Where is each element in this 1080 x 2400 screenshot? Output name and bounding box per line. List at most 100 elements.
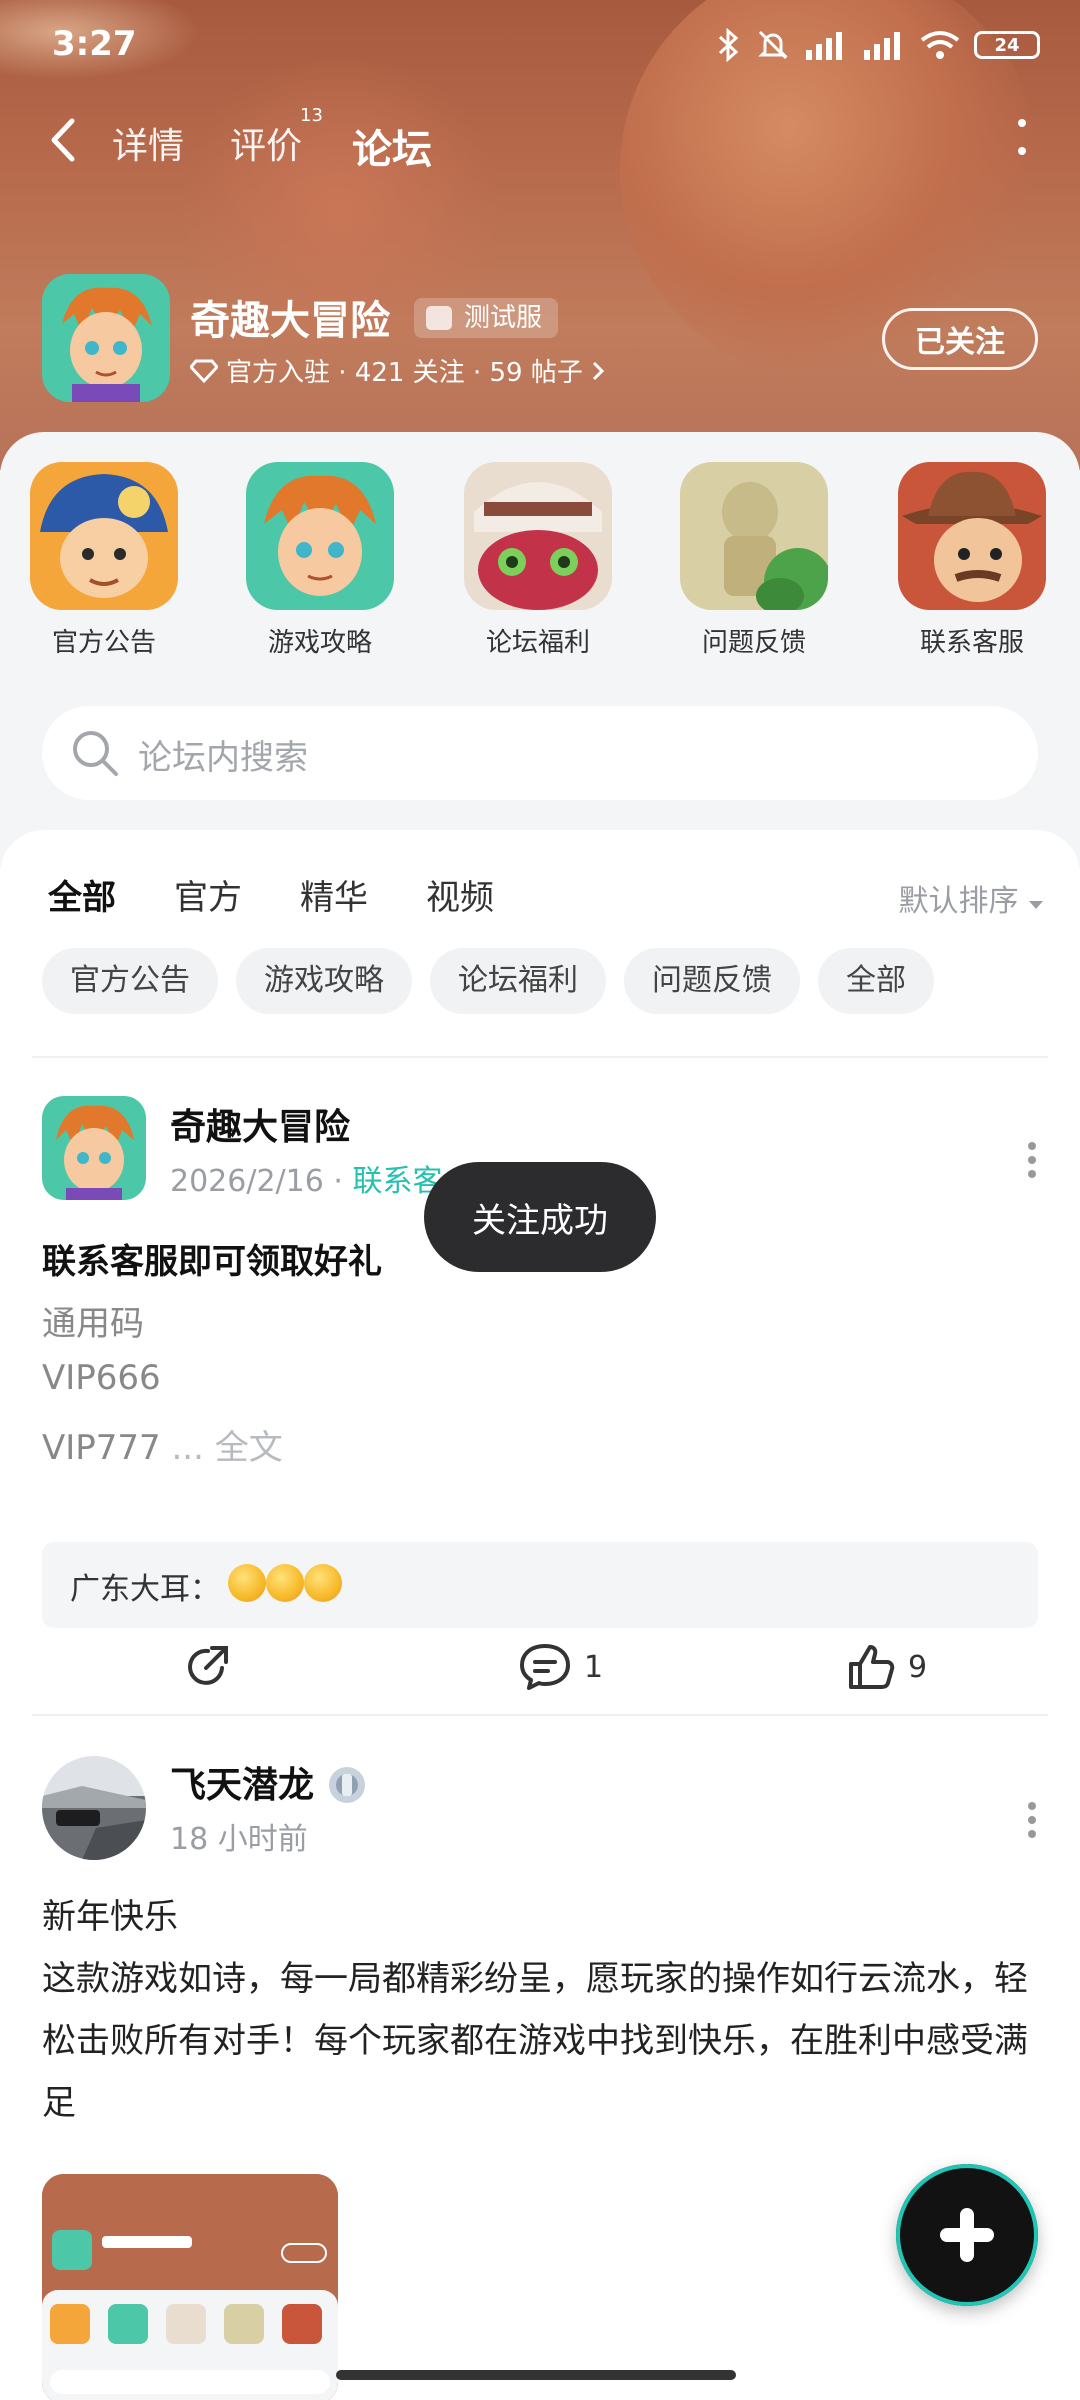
user-level-badge-icon <box>329 1767 365 1803</box>
status-time: 3:27 <box>52 24 137 64</box>
comment-button[interactable]: 1 <box>518 1642 603 1692</box>
cowboy-avatar-icon <box>898 462 1046 610</box>
emoji-icon <box>228 1564 266 1602</box>
like-count: 9 <box>908 1649 928 1685</box>
sort-dropdown[interactable]: 默认排序 <box>898 876 1044 920</box>
post-meta: 2026/2/16 · 联系客 <box>170 1156 442 1200</box>
post-title[interactable]: 联系客服即可领取好礼 <box>42 1234 382 1283</box>
post-body-text: VIP777 <box>42 1428 161 1468</box>
battery-icon: 24 <box>974 31 1040 59</box>
post-feed: 全部 官方 精华 视频 默认排序 官方公告 游戏攻略 论坛福利 问题反馈 全部 … <box>0 830 1080 2400</box>
meta-separator: · <box>333 1164 353 1199</box>
chip-benefits[interactable]: 论坛福利 <box>430 948 606 1014</box>
emoji-icon <box>304 1564 342 1602</box>
quick-entry-label: 官方公告 <box>51 628 156 658</box>
signal-icon <box>806 32 842 60</box>
share-icon <box>188 1646 228 1685</box>
create-post-button[interactable] <box>896 2164 1038 2306</box>
home-indicator[interactable] <box>336 2370 736 2380</box>
statue-avatar-icon <box>680 462 828 610</box>
tab-video[interactable]: 视频 <box>426 870 494 919</box>
test-server-badge: 测试服 <box>414 298 559 338</box>
diamond-icon <box>190 359 218 383</box>
chevron-right-icon <box>592 361 604 380</box>
toast-message: 关注成功 <box>424 1162 656 1272</box>
post-body[interactable]: 新年快乐 这款游戏如诗，每一局都精彩纷呈，愿玩家的操作如行云流水，轻松击败所有对… <box>42 1886 1042 2134</box>
hero-avatar-icon <box>246 462 394 610</box>
thumbs-up-icon <box>849 1645 895 1689</box>
plus-icon <box>960 2208 974 2262</box>
search-icon <box>73 731 118 776</box>
quick-entry-support[interactable]: 联系客服 <box>892 462 1052 659</box>
author-name[interactable]: 飞天潜龙 <box>170 1756 314 1808</box>
tab-featured[interactable]: 精华 <box>300 870 368 919</box>
follow-button[interactable]: 已关注 <box>882 308 1038 370</box>
caret-down-icon <box>1029 901 1043 909</box>
post-time: 18 小时前 <box>170 1822 308 1857</box>
skull-avatar-icon <box>464 462 612 610</box>
emoji-icon <box>266 1564 304 1602</box>
read-more-link[interactable]: ... 全文 <box>172 1428 283 1468</box>
share-button[interactable] <box>182 1642 232 1692</box>
top-nav: 详情 评价 13 论坛 <box>0 105 1080 175</box>
post-image-thumbnail[interactable] <box>42 2174 338 2400</box>
quick-entry-label: 问题反馈 <box>701 628 806 658</box>
status-icons: 24 <box>716 28 1040 62</box>
post-body-line: 通用码 <box>42 1304 144 1344</box>
comment-count: 1 <box>584 1649 604 1685</box>
post-actions: 1 9 <box>0 1642 1080 1702</box>
post-card[interactable]: 奇趣大冒险 2026/2/16 · 联系客 联系客服即可领取好礼 通用码 VIP… <box>0 1056 1080 1546</box>
sort-label: 默认排序 <box>898 884 1019 919</box>
tab-official[interactable]: 官方 <box>174 870 242 919</box>
category-chips: 官方公告 游戏攻略 论坛福利 问题反馈 全部 <box>42 948 934 1014</box>
quick-entry-guides[interactable]: 游戏攻略 <box>240 462 400 659</box>
game-meta[interactable]: 官方入驻 · 421 关注 · 59 帖子 <box>190 352 605 389</box>
post-card[interactable]: 飞天潜龙 18 小时前 新年快乐 这款游戏如诗，每一局都精彩纷呈，愿玩家的操作如… <box>0 1714 1080 2400</box>
bluetooth-icon <box>718 28 739 62</box>
quick-entry-label: 游戏攻略 <box>267 628 372 658</box>
game-meta-text: 官方入驻 · 421 关注 · 59 帖子 <box>226 358 583 388</box>
code-icon <box>426 306 452 330</box>
comment-icon <box>520 1644 570 1690</box>
author-avatar[interactable] <box>42 1756 146 1860</box>
tab-details[interactable]: 详情 <box>112 117 184 169</box>
reviews-count-badge: 13 <box>300 105 323 126</box>
post-body-line: VIP666 <box>42 1358 161 1398</box>
like-button[interactable]: 9 <box>846 1642 927 1692</box>
game-icon <box>42 274 170 402</box>
author-name[interactable]: 奇趣大冒险 <box>170 1098 350 1150</box>
search-input[interactable]: 论坛内搜索 <box>42 706 1038 800</box>
pirate-avatar-icon <box>30 462 178 610</box>
quick-entry-feedback[interactable]: 问题反馈 <box>674 462 834 659</box>
mute-icon <box>758 30 788 60</box>
tab-all[interactable]: 全部 <box>48 870 116 923</box>
chip-feedback[interactable]: 问题反馈 <box>624 948 800 1014</box>
game-title: 奇趣大冒险 <box>190 298 390 344</box>
post-date: 2026/2/16 <box>170 1164 324 1199</box>
search-placeholder: 论坛内搜索 <box>138 738 308 778</box>
chip-announcements[interactable]: 官方公告 <box>42 948 218 1014</box>
game-header: 3:27 24 详情 评价 13 论坛 奇趣大冒险 测试服 官方入驻 · 421… <box>0 0 1080 470</box>
chip-guides[interactable]: 游戏攻略 <box>236 948 412 1014</box>
comment-author: 广东大耳： <box>70 1572 220 1607</box>
filter-tabs: 全部 官方 精华 视频 默认排序 <box>0 860 1080 923</box>
tab-reviews[interactable]: 评价 <box>230 117 302 169</box>
hot-comment[interactable]: 广东大耳： <box>42 1542 1038 1628</box>
quick-entries: 官方公告 游戏攻略 论坛福利 问题反馈 联系客服 <box>0 462 1080 662</box>
author-avatar[interactable] <box>42 1096 146 1200</box>
quick-entry-benefits[interactable]: 论坛福利 <box>458 462 618 659</box>
status-bar: 3:27 24 <box>0 20 1080 72</box>
tab-forum[interactable]: 论坛 <box>350 117 434 175</box>
post-body-line: VIP777 ... 全文 <box>42 1420 283 1469</box>
chip-all[interactable]: 全部 <box>818 948 934 1014</box>
signal-icon <box>864 32 900 60</box>
more-options-icon[interactable] <box>1026 1140 1038 1180</box>
back-arrow-icon[interactable] <box>44 115 84 165</box>
quick-entry-announcements[interactable]: 官方公告 <box>24 462 184 659</box>
game-info: 奇趣大冒险 测试服 官方入驻 · 421 关注 · 59 帖子 已关注 <box>0 270 1080 410</box>
more-options-icon[interactable] <box>1014 117 1030 157</box>
more-options-icon[interactable] <box>1026 1800 1038 1840</box>
wifi-icon <box>920 31 960 59</box>
test-server-label: 测试服 <box>464 303 543 333</box>
quick-entry-label: 联系客服 <box>919 628 1024 658</box>
